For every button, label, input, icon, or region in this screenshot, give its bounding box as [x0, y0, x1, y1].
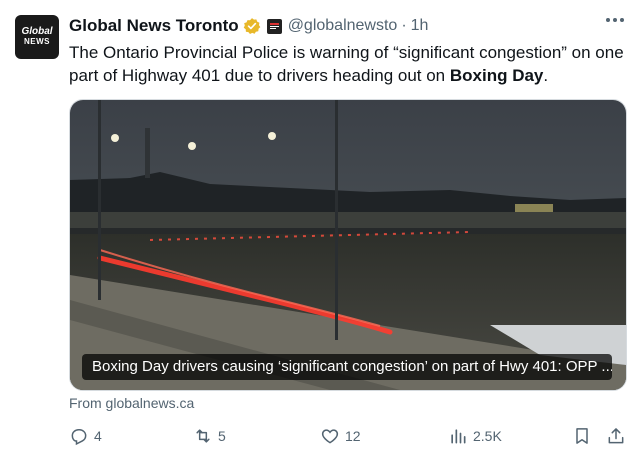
repost-count: 5 [218, 428, 226, 444]
tweet-text-bold: Boxing Day [449, 66, 544, 85]
repost-icon [196, 429, 210, 443]
tweet-text-end: . [543, 66, 549, 85]
share-icon [608, 428, 624, 444]
timestamp[interactable]: 1h [411, 17, 429, 35]
link-card-caption[interactable]: Boxing Day drivers causing ‘significant … [82, 354, 612, 380]
reply-icon [71, 429, 87, 446]
like-count: 12 [345, 428, 361, 444]
like-icon [321, 429, 339, 444]
handle[interactable]: @globalnewsto [288, 17, 398, 35]
affiliate-badge-icon[interactable] [266, 18, 282, 34]
separator-dot: · [401, 17, 407, 34]
views-button[interactable]: 2.5K [448, 420, 502, 452]
bookmark-button[interactable] [572, 420, 592, 452]
link-source[interactable]: From globalnews.ca [69, 395, 194, 411]
tweet-header: Global News Toronto @globalnewsto · 1h [69, 14, 428, 38]
link-card-image[interactable]: Boxing Day drivers causing ‘significant … [69, 99, 627, 391]
verified-badge-icon[interactable] [243, 17, 261, 35]
highway-night-photo [70, 100, 626, 390]
action-bar: 4 5 12 2.5K [0, 420, 640, 454]
reply-count: 4 [94, 428, 102, 444]
share-button[interactable] [606, 420, 626, 452]
display-name[interactable]: Global News Toronto [69, 16, 239, 36]
repost-button[interactable]: 5 [193, 420, 226, 452]
avatar-logo-text: Global [21, 26, 53, 37]
more-icon[interactable] [606, 18, 624, 22]
views-icon [451, 429, 466, 444]
reply-button[interactable]: 4 [69, 420, 102, 452]
like-button[interactable]: 12 [320, 420, 361, 452]
tweet-text: The Ontario Provincial Police is warning… [69, 41, 629, 87]
tweet: Global NEWS Global News Toronto @globaln… [0, 0, 640, 460]
views-count: 2.5K [473, 428, 502, 444]
bookmark-icon [576, 428, 588, 444]
avatar[interactable]: Global NEWS [15, 15, 59, 59]
avatar-logo-subtext: NEWS [24, 37, 50, 46]
